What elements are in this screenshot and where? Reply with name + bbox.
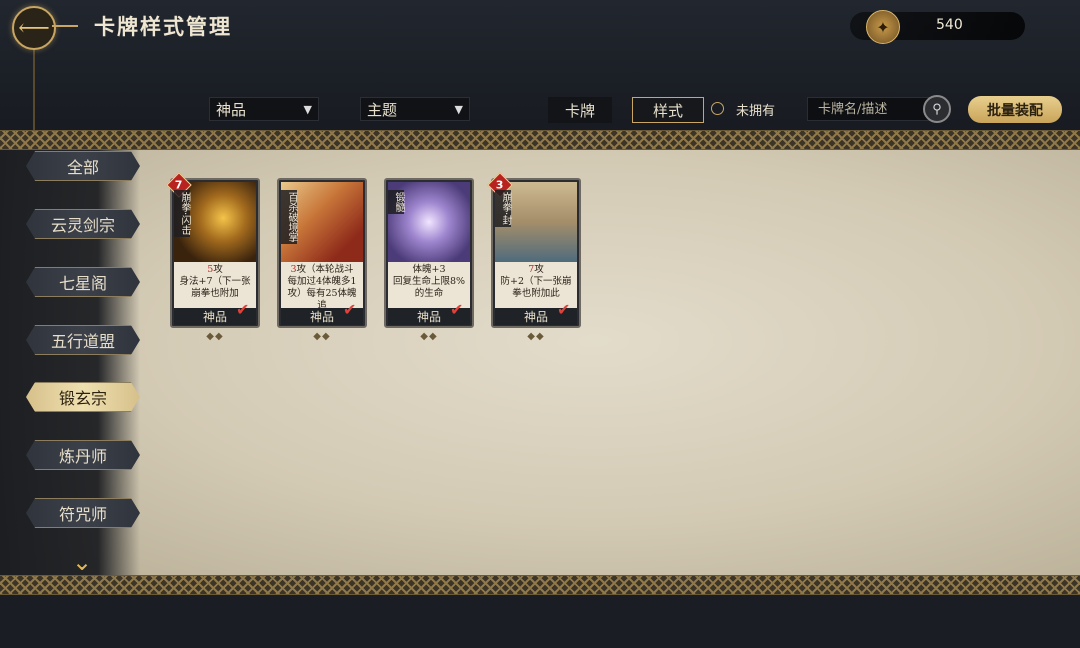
- card-name: 百杀破境掌: [281, 190, 297, 244]
- rarity-selected: 神品: [216, 100, 247, 119]
- scroll-down-chevron-icon[interactable]: ⌄: [66, 550, 98, 574]
- bottom-area: [0, 595, 1080, 648]
- card-upgrade-diamonds: ◆◆: [420, 331, 438, 342]
- card-name: 崩拳·封: [495, 190, 511, 228]
- card-item[interactable]: 7 崩拳·闪击 5攻 身法+7（下一张崩拳也附加 神品 ✔: [166, 172, 260, 328]
- back-arrow-icon: ⟵: [18, 15, 50, 41]
- unowned-radio[interactable]: [711, 102, 724, 115]
- back-button[interactable]: ⟵: [12, 6, 56, 50]
- coin-icon: ✦: [866, 10, 900, 44]
- ornamental-border: [0, 575, 1080, 595]
- check-icon: ✔: [557, 300, 571, 319]
- sidebar-item-duanxuan[interactable]: 锻玄宗: [26, 382, 140, 412]
- card-upgrade-diamonds: ◆◆: [206, 331, 224, 342]
- check-icon: ✔: [236, 300, 250, 319]
- page-title: 卡牌样式管理: [94, 14, 232, 39]
- chevron-down-icon: ▼: [454, 102, 463, 116]
- unowned-label: 未拥有: [736, 104, 776, 119]
- sidebar-item-liandan[interactable]: 炼丹师: [26, 440, 140, 470]
- back-decor-line: [52, 25, 78, 27]
- sidebar-item-all[interactable]: 全部: [26, 151, 140, 181]
- sidebar-item-fuzhou[interactable]: 符咒师: [26, 498, 140, 528]
- card-item[interactable]: 锻髓 体魄+3 回复生命上限8%的生命 神品 ✔: [384, 178, 474, 328]
- currency-value: 540: [936, 17, 963, 33]
- card-name: 锻髓: [388, 190, 404, 214]
- card-item[interactable]: 3 崩拳·封 7攻 防+2（下一张崩拳也附加此 神品 ✔: [487, 172, 581, 328]
- sidebar-item-qixing[interactable]: 七星阁: [26, 267, 140, 297]
- ornamental-border: [0, 130, 1080, 150]
- check-icon: ✔: [343, 300, 357, 319]
- search-button[interactable]: ⚲: [923, 95, 951, 123]
- check-icon: ✔: [450, 300, 464, 319]
- card-upgrade-diamonds: ◆◆: [527, 331, 545, 342]
- search-input[interactable]: [807, 97, 935, 121]
- sidebar-item-yunling[interactable]: 云灵剑宗: [26, 209, 140, 239]
- card-upgrade-diamonds: ◆◆: [313, 331, 331, 342]
- card-item[interactable]: 百杀破境掌 3攻（本轮战斗 每加过4体魄多1攻）每有25体魄追 神品 ✔: [277, 178, 367, 328]
- chevron-down-icon: ▼: [303, 102, 312, 116]
- theme-selected: 主题: [367, 100, 398, 119]
- theme-dropdown[interactable]: 主题 ▼: [360, 97, 470, 121]
- tab-cards[interactable]: 卡牌: [548, 97, 612, 123]
- rarity-dropdown[interactable]: 神品 ▼: [209, 97, 319, 121]
- tab-style[interactable]: 样式: [632, 97, 704, 123]
- batch-equip-button[interactable]: 批量装配: [968, 96, 1062, 123]
- search-icon: ⚲: [932, 101, 942, 117]
- card-name: 崩拳·闪击: [174, 190, 190, 238]
- sidebar-item-wuxing[interactable]: 五行道盟: [26, 325, 140, 355]
- decor-line: [33, 40, 35, 130]
